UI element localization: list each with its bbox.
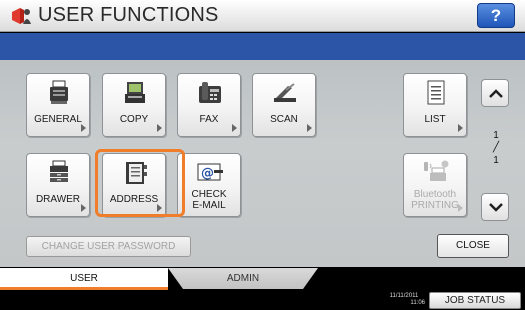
arrow-right-icon — [81, 204, 86, 212]
list-icon — [427, 80, 445, 105]
time-text: 11:06 — [410, 300, 425, 306]
scan-label: SCAN — [270, 114, 298, 125]
email-icon: @ — [197, 163, 223, 181]
close-button[interactable]: CLOSE — [437, 234, 509, 258]
list-button[interactable]: LIST — [403, 73, 467, 137]
page-total: 1 — [493, 155, 499, 166]
check-email-label-1: CHECK — [191, 189, 227, 200]
check-email-label-2: E-MAIL — [192, 200, 226, 211]
copy-button[interactable]: COPY — [102, 73, 166, 137]
arrow-right-icon — [458, 204, 463, 212]
header-band — [0, 33, 525, 60]
arrow-right-icon — [81, 124, 86, 132]
tab-user[interactable]: USER — [0, 268, 168, 289]
list-label: LIST — [424, 114, 446, 125]
date-text: 11/11/2011 — [389, 293, 419, 299]
page-current: 1 — [493, 130, 499, 141]
general-button[interactable]: GENERAL — [26, 73, 90, 137]
job-status-button[interactable]: JOB STATUS — [429, 292, 521, 309]
scan-button[interactable]: SCAN — [252, 73, 316, 137]
page-separator: ╱ — [492, 142, 500, 153]
page-title: USER FUNCTIONS — [38, 4, 219, 26]
change-user-password-button[interactable]: CHANGE USER PASSWORD — [26, 236, 191, 257]
copier-icon — [125, 82, 145, 103]
check-email-button[interactable]: @ CHECK E-MAIL — [177, 153, 241, 217]
scroll-down-button[interactable] — [481, 193, 509, 221]
bluetooth-printing-button: Bluetooth PRINTING — [403, 153, 467, 217]
arrow-right-icon — [307, 124, 312, 132]
scroll-up-button[interactable] — [481, 79, 509, 107]
selection-highlight — [95, 149, 185, 217]
copy-label: COPY — [119, 114, 149, 125]
help-button[interactable]: ? — [477, 3, 515, 28]
printer-icon — [50, 80, 68, 104]
fax-icon — [199, 82, 221, 103]
chevron-down-icon — [489, 203, 503, 212]
bluetooth-printer-icon — [424, 160, 449, 181]
drawer-icon — [50, 160, 68, 182]
chevron-up-icon — [489, 89, 503, 98]
arrow-right-icon — [232, 124, 237, 132]
tab-admin[interactable]: ADMIN — [168, 268, 318, 289]
svg-text:@: @ — [201, 166, 214, 181]
title-bar: USER FUNCTIONS ? — [0, 0, 525, 32]
arrow-right-icon — [458, 124, 463, 132]
scanner-icon — [274, 83, 296, 102]
fax-button[interactable]: FAX — [177, 73, 241, 137]
page-indicator: 1 ╱ 1 — [485, 130, 507, 166]
arrow-right-icon — [157, 124, 162, 132]
user-functions-icon — [12, 8, 31, 24]
fax-label: FAX — [199, 114, 219, 125]
bluetooth-label-1: Bluetooth — [413, 189, 457, 200]
drawer-button[interactable]: DRAWER — [26, 153, 90, 217]
bluetooth-label-2: PRINTING — [411, 200, 459, 211]
drawer-label: DRAWER — [35, 194, 81, 205]
general-label: GENERAL — [34, 114, 82, 125]
clock: 11/11/2011 11:06 — [383, 293, 425, 307]
